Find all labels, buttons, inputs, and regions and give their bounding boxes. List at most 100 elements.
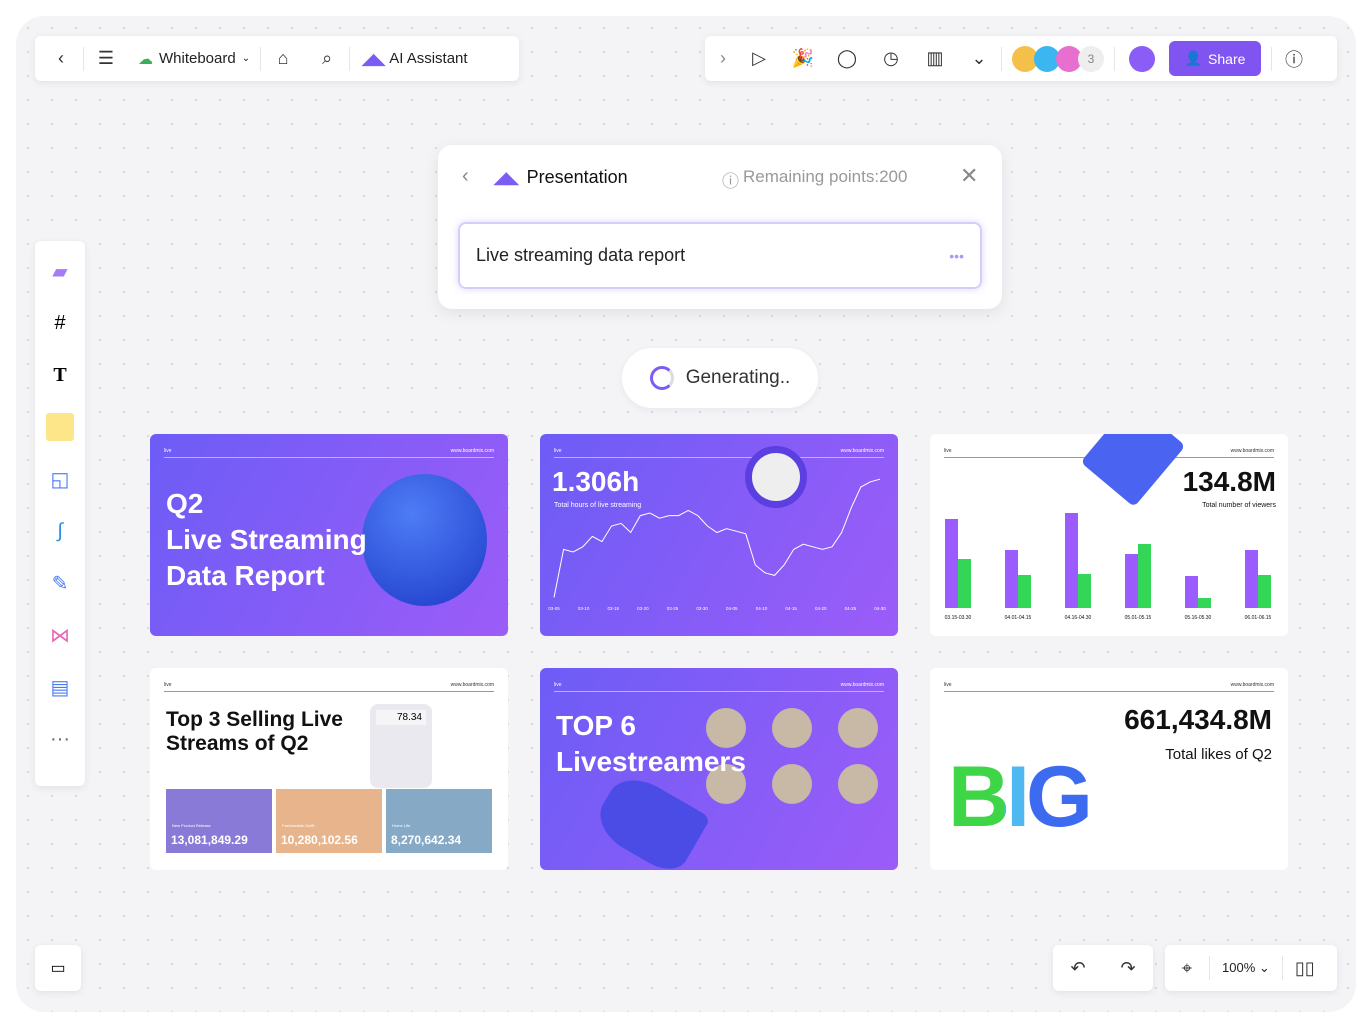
bar [958,559,971,608]
seller-card: New Product Release 13,081,849.29 [166,789,272,853]
seller-card: Home Life 8,270,642.34 [386,789,492,853]
streamer-avatar [838,764,878,804]
slide-site: www.boardmix.com [840,682,884,688]
remaining-points: Remaining points:200 [743,167,908,186]
streamer-avatar [772,708,812,748]
search-icon[interactable]: ⌕ [305,37,349,81]
slide-title-line: Live Streaming [166,524,367,555]
frame-icon[interactable]: # [44,307,76,339]
bar [1065,513,1078,608]
pen-icon[interactable]: ✎ [44,567,76,599]
seller-card-label: New Product Release [172,823,211,828]
back-icon[interactable]: ‹ [462,165,469,188]
minimap-icon: ▭ [50,960,66,977]
templates-icon[interactable]: ▰ [44,255,76,287]
cloud-icon: ☁ [138,50,153,68]
ai-assistant-button[interactable]: ◢◣ AI Assistant [350,50,479,68]
ai-logo-icon: ◢◣ [362,50,386,68]
x-tick-label: 03-05 [548,606,560,611]
x-tick-label: 04-20 [815,606,827,611]
status-text: Generating.. [685,367,791,388]
help-icon[interactable]: ⓘ [1272,37,1316,81]
big-number: 661,434.8M [1124,704,1272,735]
collaborators[interactable]: 3 [1012,45,1104,72]
bar [945,519,958,608]
prompt-input[interactable]: Live streaming data report ••• [458,222,982,289]
slide-top-streamers[interactable]: live www.boardmix.com TOP 6 Livestreamers [540,668,898,870]
connector-icon[interactable]: ∫ [44,515,76,547]
slide-site: www.boardmix.com [450,682,494,688]
timer-icon[interactable]: ◷ [869,37,913,81]
close-icon[interactable]: ✕ [960,163,978,189]
slide-likes[interactable]: live www.boardmix.com 661,434.8M Total li… [930,668,1288,870]
bar [1258,575,1271,608]
slide-title-line: Q2 [166,488,204,519]
bar [1078,574,1091,608]
info-icon: ⓘ [722,172,739,191]
zoom-dropdown[interactable]: 100% ⌄ [1210,960,1282,976]
calculator-display: 78.34 [376,710,426,725]
minimap-button[interactable]: ▭ [35,945,81,991]
slide-viewers[interactable]: live www.boardmix.com 134.8M Total number… [930,434,1288,636]
slide-title-line: Data Report [166,560,325,591]
x-tick-label: 04-25 [845,606,857,611]
slide-title-line: Streams of Q2 [166,732,309,755]
seller-card-value: 8,270,642.34 [391,833,462,847]
x-tick-label: 04-30 [874,606,886,611]
pointer-icon[interactable]: ⌖ [1165,946,1209,990]
present-icon[interactable]: ▷ [737,37,781,81]
mindmap-icon[interactable]: ⋈ [44,619,76,651]
line-series [553,478,881,598]
user-avatar[interactable] [1129,45,1155,72]
back-icon[interactable]: ‹ [39,37,83,81]
generating-status: Generating.. [622,348,818,408]
right-toolbar-top: › ▷ 🎉 ◯ ◷ ▥ ⌄ 3 👤 Share ⓘ [705,36,1337,81]
x-tick-label: 05.01-05.15 [1125,615,1152,621]
chart-icon[interactable]: ▥ [913,37,957,81]
menu-icon[interactable]: ☰ [84,37,128,81]
list-icon[interactable]: ▤ [44,671,76,703]
seller-card-value: 10,280,102.56 [281,833,358,847]
slide-cover[interactable]: live www.boardmix.com Q2 Live Streaming D… [150,434,508,636]
expand-icon[interactable]: › [709,37,737,81]
share-button[interactable]: 👤 Share [1169,41,1261,76]
slide-title-line: TOP 6 [556,710,636,741]
x-tick-label: 04-05 [726,606,738,611]
ai-label: AI Assistant [389,50,468,67]
slide-top-sellers[interactable]: live www.boardmix.com Top 3 Selling Live … [150,668,508,870]
bar-chart: 03.15-03.30 04.01-04.15 04.16-04.30 05.01-0… [945,513,1272,621]
board-name-dropdown[interactable]: ☁ Whiteboard ⌄ [128,50,260,68]
left-toolbar-top: ‹ ☰ ☁ Whiteboard ⌄ ⌂ ⌕ ◢◣ AI Assistant [35,36,519,81]
x-tick-label: 04-10 [756,606,768,611]
shape-icon[interactable]: ◱ [44,463,76,495]
slide-hours[interactable]: live www.boardmix.com 1.306h Total hours … [540,434,898,636]
slide-tag: live [554,682,562,688]
x-tick-label: 06.01-06.15 [1245,615,1272,621]
book-icon[interactable]: ▯▯ [1283,946,1327,990]
undo-redo: ↶ ↷ [1053,945,1153,991]
slide-tag: live [164,682,172,688]
seller-card-value: 13,081,849.29 [171,833,248,847]
celebrate-icon[interactable]: 🎉 [781,37,825,81]
seller-card: Fashionable Outfit 10,280,102.56 [276,789,382,853]
more-tools-icon[interactable]: ··· [44,723,76,755]
big-3d-letters: BIG [948,749,1093,845]
x-tick-label: 04.01-04.15 [1005,615,1032,621]
slide-site: www.boardmix.com [450,448,494,454]
bar [1138,544,1151,608]
text-icon[interactable]: T [44,359,76,391]
more-icon[interactable]: ⌄ [957,37,1001,81]
loading-dots-icon: ••• [949,247,964,264]
x-tick-label: 04.16-04.30 [1065,615,1092,621]
sticky-note-icon[interactable] [44,411,76,443]
bar [1245,550,1258,608]
undo-icon[interactable]: ↶ [1053,946,1103,990]
chevron-down-icon: ⌄ [241,53,251,64]
tag-icon[interactable]: ⌂ [261,37,305,81]
presentation-panel: ‹ ◢◣ Presentation ⓘ Remaining points:200 … [438,145,1002,309]
redo-icon[interactable]: ↷ [1103,946,1153,990]
comment-icon[interactable]: ◯ [825,37,869,81]
add-user-icon: 👤 [1184,50,1203,66]
spinner-icon [649,366,674,390]
bar [1185,576,1198,608]
